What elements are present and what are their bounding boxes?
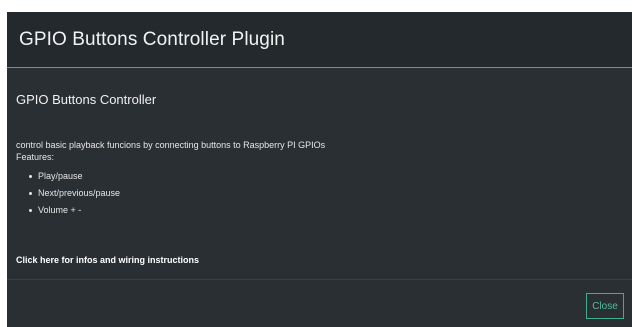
wiring-instructions-link[interactable]: Click here for infos and wiring instruct… <box>16 255 199 265</box>
feature-item: Volume + - <box>29 202 120 219</box>
feature-item: Play/pause <box>29 168 120 185</box>
section-title: GPIO Buttons Controller <box>16 92 157 107</box>
features-list: Play/pause Next/previous/pause Volume + … <box>29 168 120 219</box>
bullet-icon <box>29 192 32 195</box>
plugin-description: control basic playback funcions by conne… <box>16 140 326 150</box>
close-button[interactable]: Close <box>586 293 624 319</box>
feature-label: Play/pause <box>38 171 83 181</box>
modal-header: GPIO Buttons Controller Plugin <box>7 12 632 68</box>
bullet-icon <box>29 209 32 212</box>
modal-footer: Close <box>7 279 632 327</box>
feature-label: Next/previous/pause <box>38 188 121 198</box>
plugin-modal: GPIO Buttons Controller Plugin GPIO Butt… <box>7 12 632 327</box>
modal-title: GPIO Buttons Controller Plugin <box>19 28 285 50</box>
bullet-icon <box>29 175 32 178</box>
feature-item: Next/previous/pause <box>29 185 120 202</box>
feature-label: Volume + - <box>38 205 82 215</box>
modal-body: GPIO Buttons Controller control basic pl… <box>7 68 632 279</box>
features-label: Features: <box>16 152 55 162</box>
